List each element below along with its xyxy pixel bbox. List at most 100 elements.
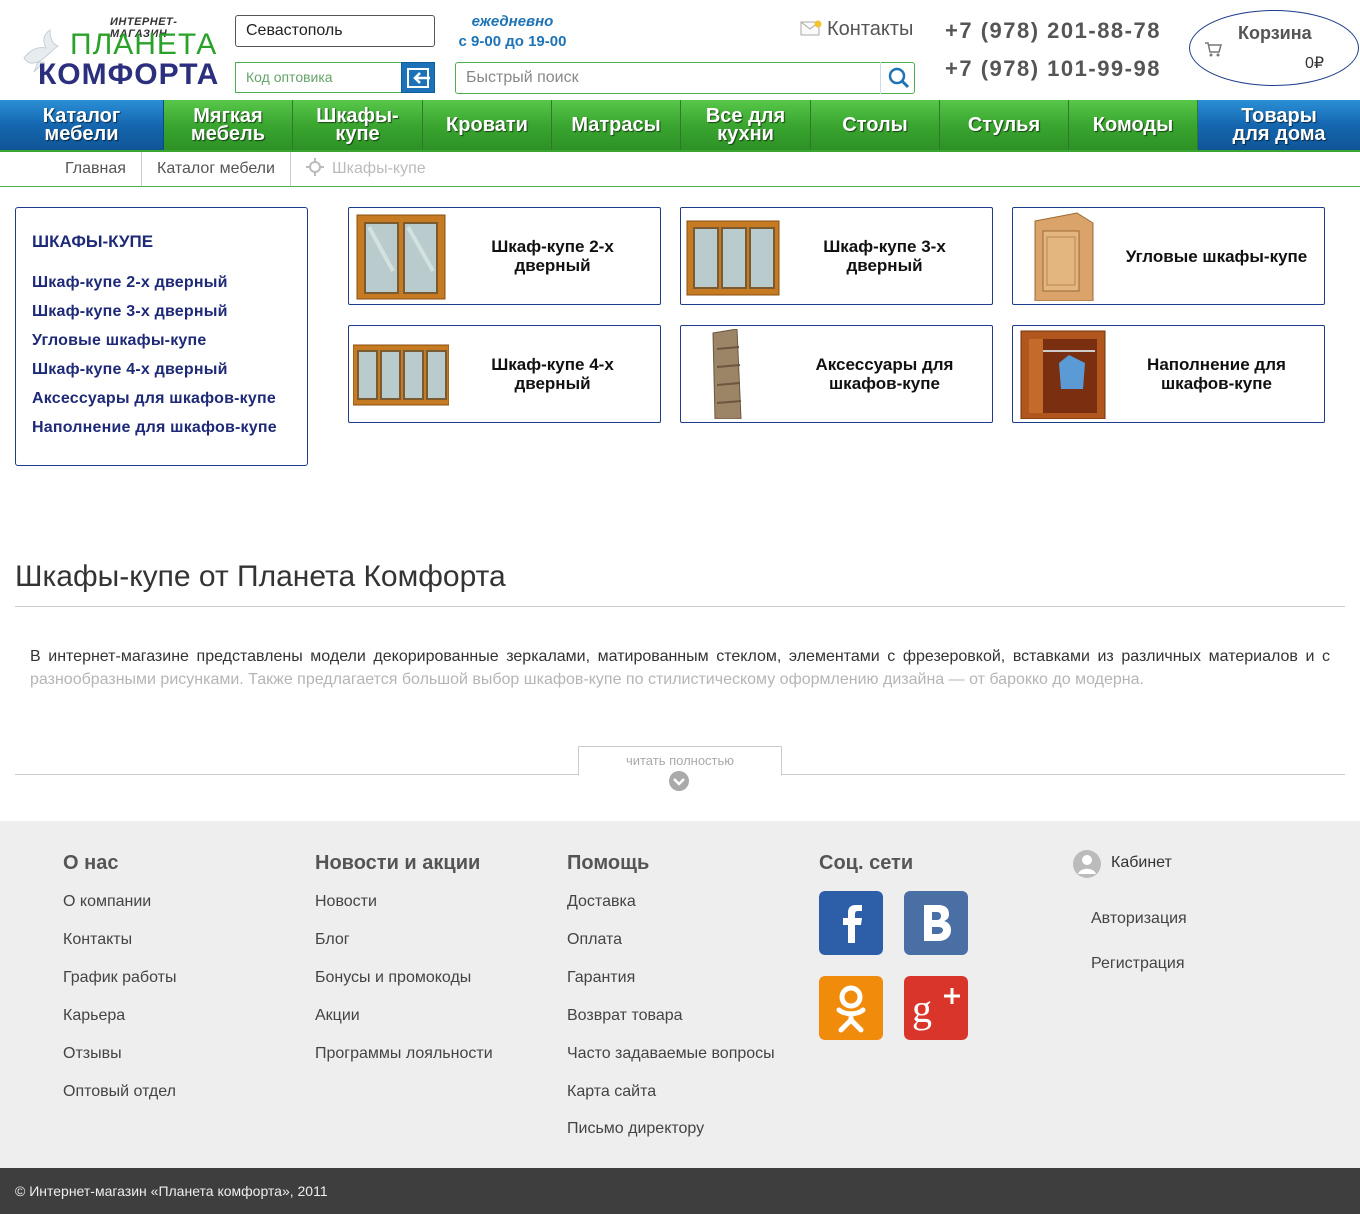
hours-line2: с 9-00 до 19-00 <box>458 33 567 50</box>
nav-item-kitchen[interactable]: Все для кухни <box>681 100 811 150</box>
sidebar-link[interactable]: Угловые шкафы-купе <box>32 332 206 350</box>
register-link[interactable]: Регистрация <box>1091 955 1185 973</box>
nav-item-tables[interactable]: Столы <box>811 100 940 150</box>
shelf-accessory-icon <box>712 329 742 419</box>
cart-button[interactable]: Корзина 0₽ <box>1189 10 1359 86</box>
odnoklassniki-icon[interactable] <box>819 976 883 1040</box>
nav-item-chairs[interactable]: Стулья <box>940 100 1069 150</box>
tile-label: Аксессуары для шкафов-купе <box>815 355 954 393</box>
wholesale-login-button[interactable] <box>401 62 435 93</box>
article-title: Шкафы-купе от Планета Комфорта <box>15 560 506 593</box>
logo[interactable]: ИНТЕРНЕТ-МАГАЗИН ПЛАНЕТА КОМФОРТА <box>20 14 220 94</box>
nav-item-home-goods[interactable]: Товары для дома <box>1198 100 1360 150</box>
wardrobe-interior-icon <box>1020 330 1106 419</box>
footer-link[interactable]: Новости <box>315 893 377 911</box>
crosshair-icon <box>306 158 324 176</box>
article-divider <box>15 606 1345 607</box>
header: ИНТЕРНЕТ-МАГАЗИН ПЛАНЕТА КОМФОРТА Севаст… <box>0 0 1360 100</box>
cabinet-title: Кабинет <box>1111 854 1172 871</box>
tile-label: Шкаф-купе 2-х дверный <box>491 237 614 275</box>
nav-item-label: Матрасы <box>571 114 661 136</box>
footer-link[interactable]: Бонусы и промокоды <box>315 969 471 987</box>
google-plus-icon[interactable]: g <box>904 976 968 1040</box>
footer-link[interactable]: Возврат товара <box>567 1007 683 1025</box>
city-select[interactable]: Севастополь <box>235 15 435 47</box>
nav-item-sofas[interactable]: Мягкая мебель <box>164 100 293 150</box>
footer-link[interactable]: Карьера <box>63 1007 125 1025</box>
footer-link[interactable]: Акции <box>315 1007 360 1025</box>
nav-item-wardrobes[interactable]: Шкафы-купе <box>293 100 423 150</box>
category-tile[interactable]: Наполнение для шкафов-купе <box>1012 325 1325 423</box>
article-text-visible: В интернет-магазине представлены модели … <box>30 648 1330 665</box>
sidebar-link[interactable]: Шкаф-купе 4-х дверный <box>32 361 228 379</box>
footer-news-title: Новости и акции <box>315 852 481 874</box>
login-link[interactable]: Авторизация <box>1091 910 1187 928</box>
footer-link[interactable]: Оптовый отдел <box>63 1083 176 1101</box>
category-tile[interactable]: Шкаф-купе 4-х дверный <box>348 325 661 423</box>
category-tile[interactable]: Угловые шкафы-купе <box>1012 207 1325 305</box>
nav-item-label: Столы <box>842 114 908 136</box>
footer-link[interactable]: Часто задаваемые вопросы <box>567 1045 775 1063</box>
breadcrumb: Главная Каталог мебели Шкафы-купе <box>0 152 1360 187</box>
sidebar-title: ШКАФЫ-КУПЕ <box>32 232 154 251</box>
working-hours: ежедневно с 9-00 до 19-00 <box>445 12 580 52</box>
breadcrumb-catalog[interactable]: Каталог мебели <box>142 152 291 186</box>
category-tile[interactable]: Аксессуары для шкафов-купе <box>680 325 993 423</box>
footer-link[interactable]: Гарантия <box>567 969 635 987</box>
svg-text:g: g <box>912 986 932 1031</box>
sidebar-link[interactable]: Наполнение для шкафов-купе <box>32 419 277 437</box>
footer-help-title: Помощь <box>567 852 650 874</box>
corner-wardrobe-icon <box>1034 212 1094 301</box>
hours-line1: ежедневно <box>471 13 554 30</box>
chevron-down-icon[interactable] <box>669 771 689 791</box>
search-button[interactable] <box>880 62 914 94</box>
phone-2[interactable]: +7 (978) 101-99-98 <box>945 56 1161 82</box>
sidebar-link[interactable]: Шкаф-купе 2-х дверный <box>32 274 228 292</box>
nav-item-mattresses[interactable]: Матрасы <box>552 100 681 150</box>
footer-link[interactable]: Блог <box>315 931 350 949</box>
footer-link[interactable]: Отзывы <box>63 1045 122 1063</box>
nav-item-label: Все для кухни <box>705 105 786 145</box>
facebook-icon[interactable] <box>819 891 883 955</box>
nav-item-catalog[interactable]: Каталог мебели <box>0 100 164 150</box>
nav-item-dressers[interactable]: Комоды <box>1069 100 1198 150</box>
footer-link[interactable]: О компании <box>63 893 151 911</box>
login-arrow-icon <box>407 68 430 88</box>
footer-link[interactable]: Карта сайта <box>567 1083 656 1101</box>
footer-link[interactable]: Доставка <box>567 893 636 911</box>
contacts-label: Контакты <box>827 18 914 40</box>
breadcrumb-current-label: Шкафы-купе <box>332 160 426 177</box>
category-tile[interactable]: Шкаф-купе 2-х дверный <box>348 207 661 305</box>
footer-link[interactable]: График работы <box>63 969 176 987</box>
tile-label: Угловые шкафы-купе <box>1125 246 1308 266</box>
footer-link[interactable]: Программы лояльности <box>315 1045 493 1063</box>
nav-item-label: Стулья <box>967 114 1041 136</box>
nav-item-label: Комоды <box>1092 114 1174 136</box>
vk-icon[interactable] <box>904 891 968 955</box>
tile-label: Шкаф-купе 4-х дверный <box>491 355 614 393</box>
envelope-icon <box>800 20 822 36</box>
category-tile[interactable]: Шкаф-купе 3-х дверный <box>680 207 993 305</box>
footer-social-title: Соц. сети <box>819 852 914 874</box>
tile-label: Шкаф-купе 3-х дверный <box>823 237 946 275</box>
nav-item-label: Кровати <box>446 114 528 136</box>
contacts-link[interactable]: Контакты <box>800 18 913 41</box>
main-nav: Каталог мебели Мягкая мебель Шкафы-купе … <box>0 100 1360 150</box>
article-text-faded: разнообразными рисунками. Также предлага… <box>30 671 1144 688</box>
nav-item-label: Товары для дома <box>1232 105 1326 145</box>
footer-about-title: О нас <box>63 852 119 874</box>
breadcrumb-home[interactable]: Главная <box>0 152 142 186</box>
tile-label: Наполнение для шкафов-купе <box>1147 355 1286 393</box>
phone-1[interactable]: +7 (978) 201-88-78 <box>945 18 1161 44</box>
search-input[interactable]: Быстрый поиск <box>455 62 915 94</box>
wholesale-code-input[interactable]: Код оптовика <box>235 62 401 93</box>
nav-item-beds[interactable]: Кровати <box>423 100 552 150</box>
wardrobe-2-door-icon <box>356 214 446 300</box>
sidebar-link[interactable]: Шкаф-купе 3-х дверный <box>32 303 228 321</box>
sidebar: ШКАФЫ-КУПЕ Шкаф-купе 2-х дверный Шкаф-ку… <box>15 207 308 466</box>
sidebar-link[interactable]: Аксессуары для шкафов-купе <box>32 390 276 408</box>
footer-link[interactable]: Письмо директору <box>567 1120 704 1138</box>
footer-link[interactable]: Оплата <box>567 931 622 949</box>
footer-link[interactable]: Контакты <box>63 931 132 949</box>
article-text: В интернет-магазине представлены модели … <box>30 645 1330 691</box>
